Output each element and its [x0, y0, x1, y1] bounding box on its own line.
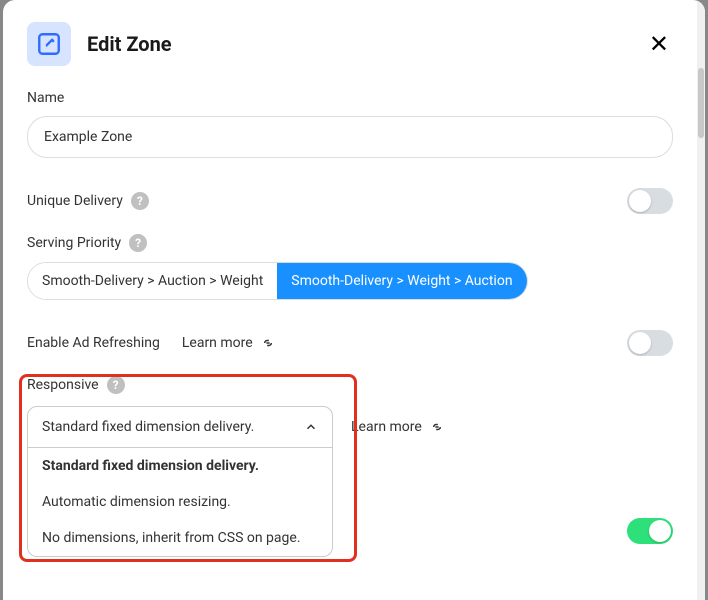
help-icon[interactable]: ?	[107, 376, 125, 394]
ad-refreshing-section: Enable Ad Refreshing Learn more	[27, 330, 673, 356]
toggle-knob	[629, 332, 651, 354]
unique-delivery-label-row: Unique Delivery ?	[27, 192, 149, 210]
modal-content: Edit Zone ✕ Name Unique Delivery ? Servi…	[3, 0, 697, 600]
name-input[interactable]	[27, 116, 673, 158]
name-section: Name	[27, 90, 673, 158]
priority-option-0[interactable]: Smooth-Delivery > Auction > Weight	[28, 263, 277, 299]
help-icon[interactable]: ?	[129, 234, 147, 252]
name-label: Name	[27, 90, 673, 106]
link-icon	[258, 333, 278, 353]
serving-priority-section: Serving Priority ? Smooth-Delivery > Auc…	[27, 234, 673, 300]
edit-icon	[27, 22, 71, 66]
link-icon	[427, 417, 447, 437]
toggle-knob	[649, 520, 671, 542]
unique-delivery-toggle[interactable]	[627, 188, 673, 214]
responsive-select-display[interactable]: Standard fixed dimension delivery.	[27, 406, 333, 448]
responsive-label-row: Responsive ?	[27, 376, 673, 394]
ad-refreshing-toggle[interactable]	[627, 330, 673, 356]
extra-toggle[interactable]	[627, 518, 673, 544]
unique-delivery-section: Unique Delivery ?	[27, 188, 673, 214]
help-icon[interactable]: ?	[131, 192, 149, 210]
learn-more-text: Learn more	[351, 419, 422, 435]
close-button[interactable]: ✕	[645, 28, 673, 60]
ad-refreshing-learn-more[interactable]: Learn more	[182, 335, 275, 351]
responsive-learn-more[interactable]: Learn more	[351, 419, 444, 435]
serving-priority-segmented: Smooth-Delivery > Auction > Weight Smoot…	[27, 262, 528, 300]
serving-priority-label-row: Serving Priority ?	[27, 234, 673, 252]
responsive-option-2[interactable]: No dimensions, inherit from CSS on page.	[28, 520, 332, 556]
unique-delivery-label: Unique Delivery	[27, 193, 123, 209]
responsive-select: Standard fixed dimension delivery. Stand…	[27, 406, 333, 448]
serving-priority-label: Serving Priority	[27, 235, 121, 251]
responsive-option-1[interactable]: Automatic dimension resizing.	[28, 484, 332, 520]
scrollbar-thumb[interactable]	[698, 68, 704, 138]
scrollbar-track[interactable]	[697, 0, 705, 600]
ad-refreshing-label: Enable Ad Refreshing	[27, 335, 160, 351]
modal-title: Edit Zone	[87, 32, 645, 56]
chevron-up-icon	[304, 420, 318, 434]
ad-refreshing-label-row: Enable Ad Refreshing Learn more	[27, 335, 275, 351]
priority-option-1[interactable]: Smooth-Delivery > Weight > Auction	[277, 263, 526, 299]
responsive-option-0[interactable]: Standard fixed dimension delivery.	[28, 448, 332, 484]
edit-zone-modal: Edit Zone ✕ Name Unique Delivery ? Servi…	[3, 0, 705, 600]
toggle-knob	[629, 190, 651, 212]
responsive-dropdown: Standard fixed dimension delivery. Autom…	[27, 448, 333, 557]
responsive-selected-value: Standard fixed dimension delivery.	[42, 419, 254, 435]
modal-header: Edit Zone ✕	[27, 22, 673, 66]
responsive-section: Responsive ? Standard fixed dimension de…	[27, 376, 673, 448]
responsive-label: Responsive	[27, 377, 99, 393]
learn-more-text: Learn more	[182, 335, 253, 351]
